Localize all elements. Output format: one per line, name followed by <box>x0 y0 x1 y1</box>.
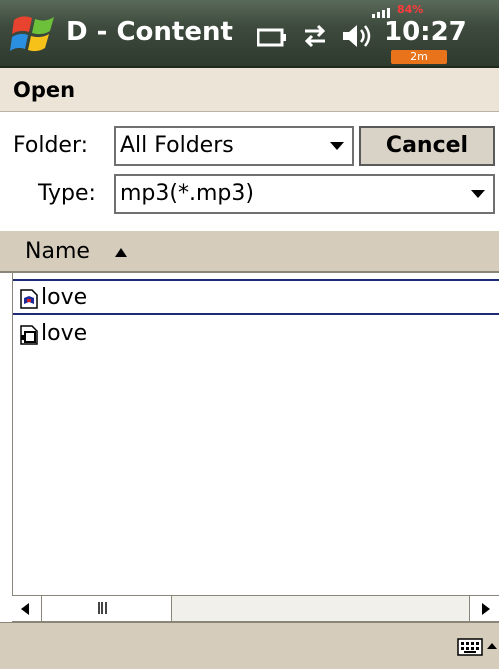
scroll-left-button[interactable] <box>12 596 42 621</box>
chevron-down-icon[interactable] <box>471 190 485 198</box>
list-item[interactable]: love <box>13 317 499 353</box>
folder-label: Folder: <box>13 133 89 158</box>
audio-file-icon <box>20 289 38 309</box>
sync-icon[interactable] <box>301 22 329 50</box>
speaker-icon[interactable] <box>341 22 375 50</box>
type-value: mp3(*.mp3) <box>120 181 254 206</box>
windows-flag-icon[interactable] <box>10 12 58 56</box>
type-select[interactable]: mp3(*.mp3) <box>114 174 495 214</box>
input-menu-arrow-icon[interactable] <box>487 643 497 649</box>
connection-icon[interactable] <box>257 27 287 47</box>
file-list[interactable]: love love <box>12 273 499 595</box>
folder-select[interactable]: All Folders <box>114 126 354 166</box>
column-header-label: Name <box>25 239 90 264</box>
column-header-name[interactable]: Name <box>0 231 499 273</box>
horizontal-scrollbar[interactable] <box>12 595 499 622</box>
list-item[interactable]: love <box>13 279 499 315</box>
scroll-right-button[interactable] <box>469 596 499 621</box>
chevron-down-icon[interactable] <box>330 142 344 150</box>
dialog-title: Open <box>13 78 76 102</box>
scroll-thumb[interactable] <box>42 596 172 621</box>
battery-badge: 84% <box>397 3 424 16</box>
title-bar: D - Content 84% 10:27 2m <box>0 0 499 68</box>
clock[interactable]: 10:27 <box>384 17 467 47</box>
folder-value: All Folders <box>120 133 234 158</box>
keyboard-icon[interactable] <box>457 638 483 656</box>
bottom-menu-bar <box>0 622 499 669</box>
folder-file-icon <box>20 325 38 345</box>
list-item-label: love <box>41 321 88 346</box>
cancel-button[interactable]: Cancel <box>359 126 495 166</box>
app-title: D - Content <box>66 17 233 47</box>
grip-icon <box>98 602 107 614</box>
timer-badge: 2m <box>391 50 447 64</box>
sort-ascending-icon <box>115 248 127 257</box>
type-label: Type: <box>38 181 96 206</box>
list-item-label: love <box>41 285 88 310</box>
